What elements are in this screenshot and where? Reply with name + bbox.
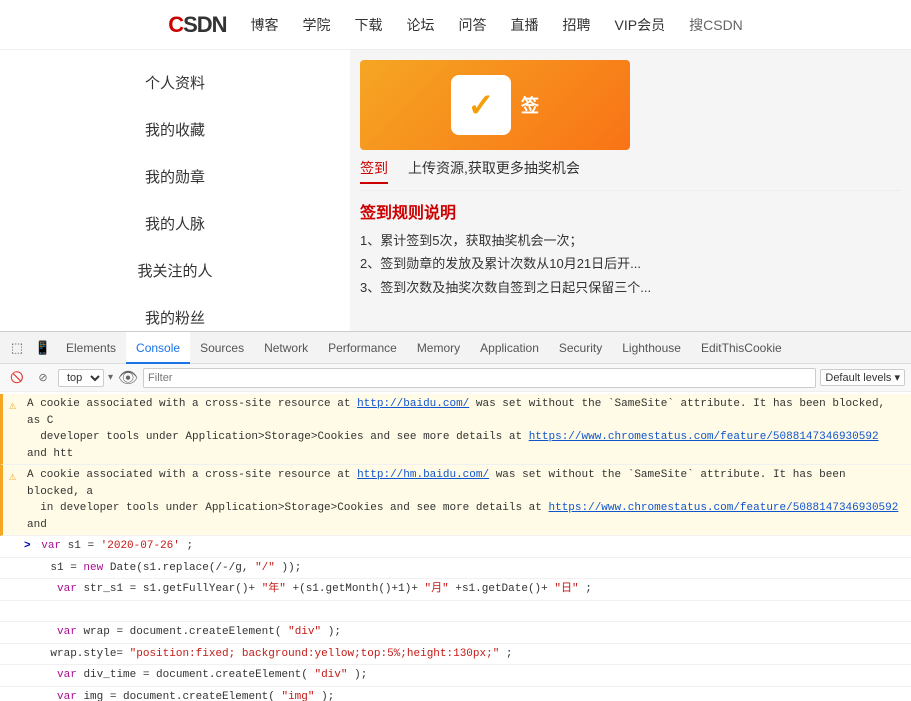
- console-warning-2: ⚠ A cookie associated with a cross-site …: [0, 465, 911, 536]
- sidebar-item-connections[interactable]: 我的人脉: [0, 201, 350, 246]
- context-selector[interactable]: top: [58, 369, 104, 387]
- tab-memory[interactable]: Memory: [407, 332, 470, 364]
- eye-icon[interactable]: 👁: [117, 367, 139, 389]
- devtools-panel: ⬚ 📱 Elements Console Sources Network Per…: [0, 331, 911, 701]
- nav-live[interactable]: 直播: [511, 15, 539, 35]
- tab-security[interactable]: Security: [549, 332, 612, 364]
- tab-sources[interactable]: Sources: [190, 332, 254, 364]
- tab-console[interactable]: Console: [126, 332, 190, 364]
- devtools-tabbar: ⬚ 📱 Elements Console Sources Network Per…: [0, 332, 911, 364]
- logo-c: C: [168, 12, 183, 37]
- tab-performance[interactable]: Performance: [318, 332, 407, 364]
- tab-network[interactable]: Network: [254, 332, 318, 364]
- console-input-7: var img = document.createElement( "img" …: [0, 687, 911, 701]
- warning-2-link2[interactable]: https://www.chromestatus.com/feature/508…: [549, 502, 899, 514]
- tab-upload[interactable]: 上传资源,获取更多抽奖机会: [408, 158, 580, 184]
- tab-application[interactable]: Application: [470, 332, 549, 364]
- clear-console-icon[interactable]: 🚫: [6, 367, 28, 389]
- console-input-3: var str_s1 = s1.getFullYear()+ "年" +(s1.…: [0, 579, 911, 601]
- nav-vip[interactable]: VIP会员: [615, 15, 666, 35]
- checkmark-icon: [451, 75, 511, 135]
- console-input-1: > var s1 = '2020-07-26' ;: [0, 536, 911, 558]
- nav-search[interactable]: 搜CSDN: [689, 15, 743, 35]
- banner-text: 签: [521, 92, 539, 118]
- console-input-2: s1 = new Date(s1.replace(/-/g, "/" ));: [0, 558, 911, 580]
- console-input-5: wrap.style= "position:fixed; background:…: [0, 644, 911, 666]
- filter-icon[interactable]: ⊘: [32, 367, 54, 389]
- context-arrow: ▾: [108, 372, 113, 383]
- devtools-inspect-icon[interactable]: ⬚: [4, 335, 30, 361]
- tab-elements[interactable]: Elements: [56, 332, 126, 364]
- warning-icon-2: ⚠: [9, 468, 16, 486]
- sidebar-item-following[interactable]: 我关注的人: [0, 248, 350, 293]
- console-input-blank: [0, 601, 911, 623]
- devtools-device-icon[interactable]: 📱: [30, 335, 56, 361]
- main-content: 个人资料 我的收藏 我的勋章 我的人脉 我关注的人 我的粉丝 我的标签 我的钱包…: [0, 50, 911, 370]
- sidebar: 个人资料 我的收藏 我的勋章 我的人脉 我关注的人 我的粉丝 我的标签 我的钱包…: [0, 50, 350, 370]
- warning-1-link1[interactable]: http://baidu.com/: [357, 398, 469, 410]
- console-output: ⚠ A cookie associated with a cross-site …: [0, 392, 911, 701]
- console-input-4: var wrap = document.createElement( "div"…: [0, 622, 911, 644]
- console-input-6: var div_time = document.createElement( "…: [0, 665, 911, 687]
- nav-blog[interactable]: 博客: [251, 15, 279, 35]
- checkin-rules: 1、累计签到5次，获取抽奖机会一次； 2、签到勋章的发放及累计次数从10月21日…: [360, 229, 901, 299]
- nav-download[interactable]: 下载: [355, 15, 383, 35]
- nav-academy[interactable]: 学院: [303, 15, 331, 35]
- prompt-icon-1: >: [24, 540, 31, 552]
- warning-2-link1[interactable]: http://hm.baidu.com/: [357, 469, 489, 481]
- warning-icon-1: ⚠: [9, 397, 16, 415]
- right-content: 签 签到 上传资源,获取更多抽奖机会 签到规则说明 1、累计签到5次，获取抽奖机…: [350, 50, 911, 370]
- tab-checkin[interactable]: 签到: [360, 158, 388, 184]
- nav-recruit[interactable]: 招聘: [563, 15, 591, 35]
- tab-lighthouse[interactable]: Lighthouse: [612, 332, 691, 364]
- checkin-rule-1: 1、累计签到5次，获取抽奖机会一次；: [360, 229, 901, 252]
- logo-sdn: SDN: [183, 12, 226, 37]
- nav-qa[interactable]: 问答: [459, 15, 487, 35]
- checkin-banner: 签: [360, 60, 630, 150]
- warning-1-link2[interactable]: https://www.chromestatus.com/feature/508…: [529, 431, 879, 443]
- sidebar-item-profile[interactable]: 个人资料: [0, 60, 350, 105]
- checkin-tabs: 签到 上传资源,获取更多抽奖机会: [360, 158, 901, 191]
- checkin-rules-title: 签到规则说明: [360, 199, 901, 223]
- sidebar-item-favorites[interactable]: 我的收藏: [0, 107, 350, 152]
- checkin-rule-2: 2、签到勋章的发放及累计次数从10月21日后开...: [360, 252, 901, 275]
- top-nav: CSDN 博客 学院 下载 论坛 问答 直播 招聘 VIP会员 搜CSDN: [0, 0, 911, 50]
- tab-editthiscookie[interactable]: EditThisCookie: [691, 332, 792, 364]
- checkin-rule-3: 3、签到次数及抽奖次数自签到之日起只保留三个...: [360, 276, 901, 299]
- sidebar-item-badges[interactable]: 我的勋章: [0, 154, 350, 199]
- levels-dropdown[interactable]: Default levels ▾: [820, 369, 905, 386]
- nav-forum[interactable]: 论坛: [407, 15, 435, 35]
- console-warning-1: ⚠ A cookie associated with a cross-site …: [0, 394, 911, 465]
- csdn-logo[interactable]: CSDN: [168, 12, 226, 38]
- filter-input[interactable]: [143, 368, 816, 388]
- console-toolbar: 🚫 ⊘ top ▾ 👁 Default levels ▾: [0, 364, 911, 392]
